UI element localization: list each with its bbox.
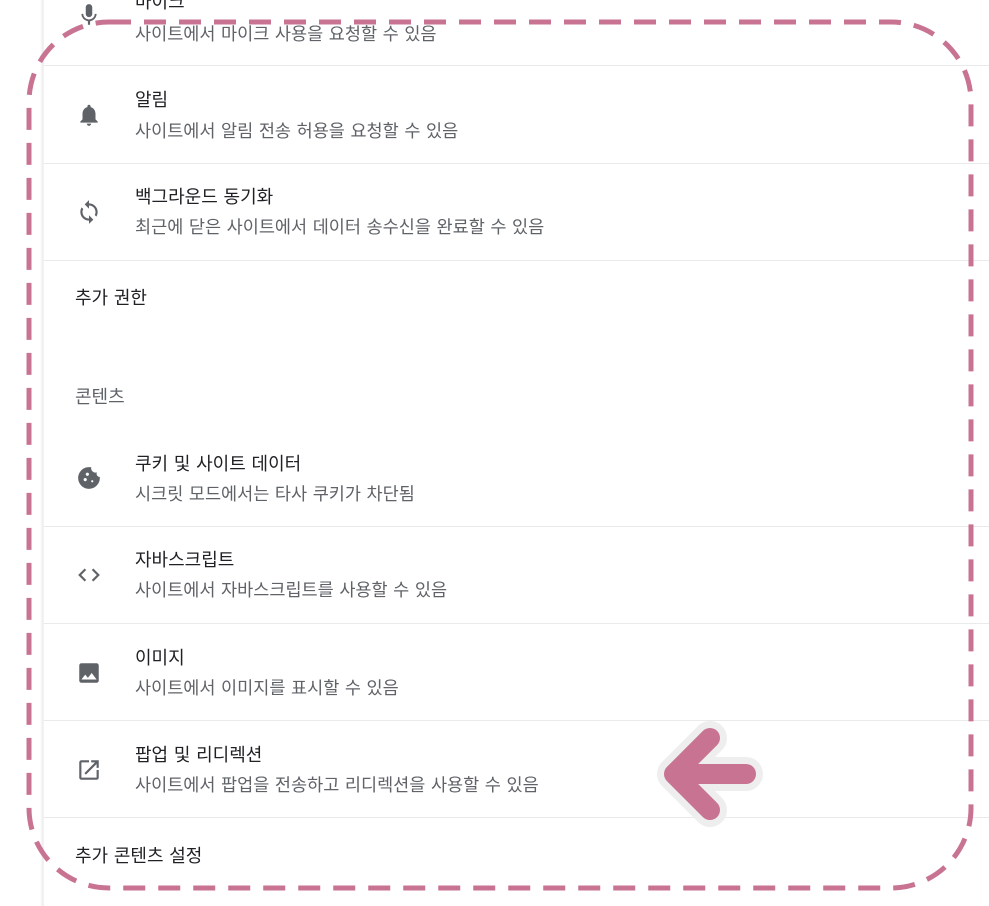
content-title: 쿠키 및 사이트 데이터 <box>135 454 302 475</box>
content-description: 사이트에서 이미지를 표시할 수 있음 <box>135 679 399 699</box>
divider <box>44 260 989 261</box>
divider <box>44 817 989 818</box>
site-settings-panel: 마이크 사이트에서 마이크 사용을 요청할 수 있음 알림 사이트에서 알림 전… <box>44 0 989 906</box>
permission-row-microphone[interactable]: 마이크 사이트에서 마이크 사용을 요청할 수 있음 <box>44 0 989 66</box>
permission-row-notifications[interactable]: 알림 사이트에서 알림 전송 허용을 요청할 수 있음 <box>44 66 989 163</box>
content-title: 팝업 및 리디렉션 <box>135 745 263 766</box>
bell-icon <box>74 100 104 130</box>
permission-row-background-sync[interactable]: 백그라운드 동기화 최근에 닫은 사이트에서 데이터 송수신을 완료할 수 있음 <box>44 164 989 260</box>
permission-description: 사이트에서 알림 전송 허용을 요청할 수 있음 <box>135 122 459 142</box>
permission-description: 최근에 닫은 사이트에서 데이터 송수신을 완료할 수 있음 <box>135 218 545 238</box>
permission-title: 알림 <box>135 90 169 111</box>
content-description: 시크릿 모드에서는 타사 쿠키가 차단됨 <box>135 485 415 505</box>
content-description: 사이트에서 자바스크립트를 사용할 수 있음 <box>135 581 448 601</box>
image-icon <box>74 658 104 688</box>
content-title: 이미지 <box>135 648 185 669</box>
content-section-heading: 콘텐츠 <box>75 387 125 408</box>
content-title: 자바스크립트 <box>135 550 235 571</box>
open-in-new-icon <box>74 755 104 785</box>
microphone-icon <box>74 0 104 30</box>
code-icon <box>74 560 104 590</box>
additional-content-settings-link[interactable]: 추가 콘텐츠 설정 <box>75 842 202 868</box>
sync-icon <box>74 197 104 227</box>
additional-permissions-link[interactable]: 추가 권한 <box>75 284 147 310</box>
permission-title: 백그라운드 동기화 <box>135 187 274 208</box>
content-row-images[interactable]: 이미지 사이트에서 이미지를 표시할 수 있음 <box>44 624 989 720</box>
content-row-popups[interactable]: 팝업 및 리디렉션 사이트에서 팝업을 전송하고 리디렉션을 사용할 수 있음 <box>44 721 989 817</box>
content-row-javascript[interactable]: 자바스크립트 사이트에서 자바스크립트를 사용할 수 있음 <box>44 527 989 623</box>
permission-title: 마이크 <box>135 0 185 13</box>
left-edge-shadow <box>0 0 44 906</box>
permission-description: 사이트에서 마이크 사용을 요청할 수 있음 <box>135 25 437 45</box>
content-row-cookies[interactable]: 쿠키 및 사이트 데이터 시크릿 모드에서는 타사 쿠키가 차단됨 <box>44 430 989 526</box>
cookie-icon <box>74 463 104 493</box>
content-description: 사이트에서 팝업을 전송하고 리디렉션을 사용할 수 있음 <box>135 776 539 796</box>
